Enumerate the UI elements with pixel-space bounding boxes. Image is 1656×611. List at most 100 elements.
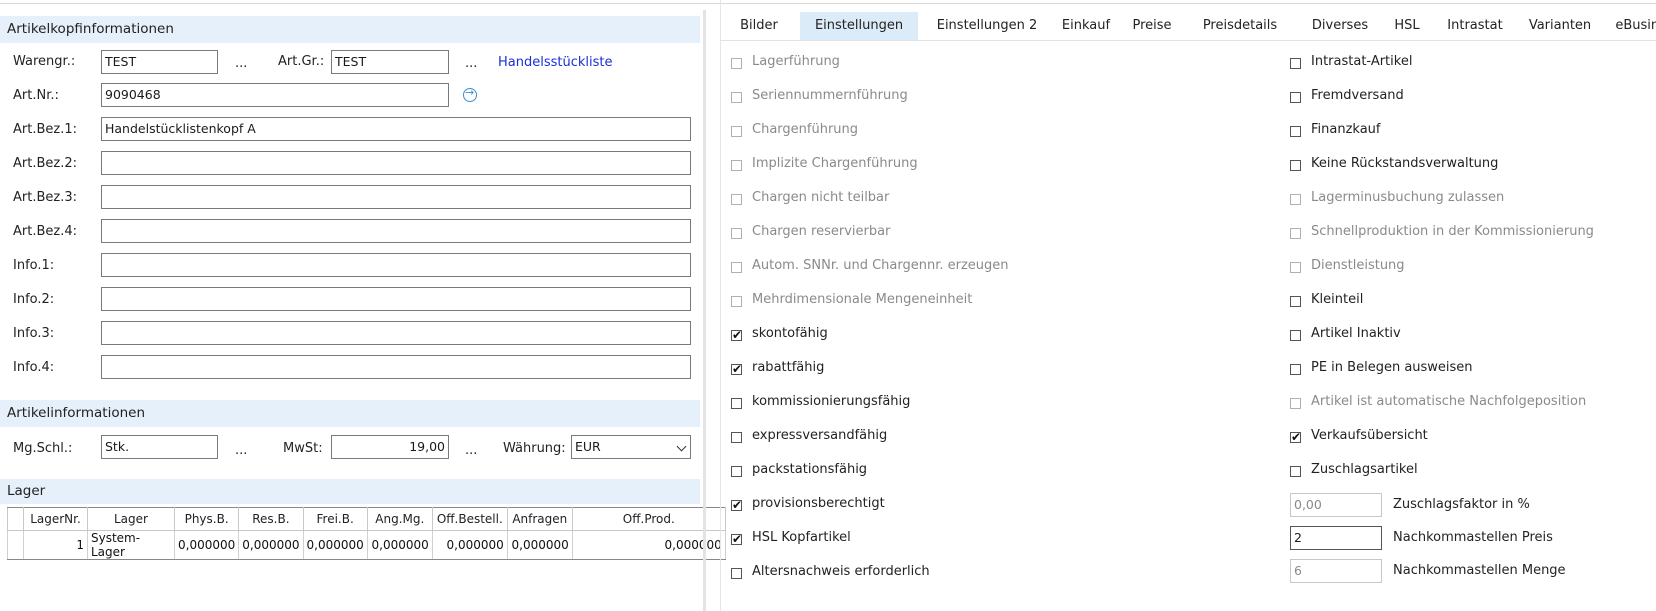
navigate-arrow-icon[interactable] bbox=[463, 86, 477, 102]
artbez3-input[interactable] bbox=[101, 185, 691, 209]
checkbox-expressversandfahig[interactable] bbox=[731, 432, 742, 443]
checkbox-zuschlagsartikel[interactable] bbox=[1290, 466, 1301, 477]
handelsstueckliste-link[interactable]: Handelsstückliste bbox=[498, 55, 613, 70]
warengr-lookup-button[interactable]: ... bbox=[235, 56, 247, 71]
checkbox-altersnachweis-erforderlich[interactable] bbox=[731, 568, 742, 579]
nachkommastellen-menge-input: 6 bbox=[1290, 559, 1382, 583]
artbez2-input[interactable] bbox=[101, 151, 691, 175]
checkbox-label-rabattfahig[interactable]: rabattfähig bbox=[752, 360, 824, 375]
checkbox-label-artikel-ist-automatische-nachfolgeposition: Artikel ist automatische Nachfolgepositi… bbox=[1311, 394, 1587, 409]
info4-input[interactable] bbox=[101, 355, 691, 379]
column-header[interactable]: Ang.Mg. bbox=[366, 507, 433, 531]
checkbox-label-keine-ruckstandsverwaltung[interactable]: Keine Rückstandsverwaltung bbox=[1311, 156, 1498, 171]
checkbox-packstationsfahig[interactable] bbox=[731, 466, 742, 477]
table-cell: 0,000000 bbox=[302, 530, 368, 560]
checkbox-label-kommissionierungsfahig[interactable]: kommissionierungsfähig bbox=[752, 394, 910, 409]
mgschl-lookup-button[interactable]: ... bbox=[235, 443, 247, 458]
checkbox-autom-snnr-und-chargennr-erzeugen bbox=[731, 262, 742, 273]
section-artikelkopf: Artikelkopfinformationen bbox=[0, 16, 700, 43]
checkbox-label-chargen-reservierbar: Chargen reservierbar bbox=[752, 224, 891, 239]
mwst-lookup-button[interactable]: ... bbox=[465, 443, 477, 458]
waehrung-value: EUR bbox=[575, 439, 601, 454]
tab-einkauf[interactable]: Einkauf bbox=[1055, 12, 1117, 40]
table-cell: 0,000000 bbox=[506, 530, 573, 560]
info1-label: Info.1: bbox=[13, 258, 55, 273]
checkbox-label-intrastat-artikel[interactable]: Intrastat-Artikel bbox=[1311, 54, 1412, 69]
nachkommastellen-preis-input[interactable]: 2 bbox=[1290, 526, 1382, 550]
tab-varianten[interactable]: Varianten bbox=[1520, 12, 1600, 40]
tab-ebusiness[interactable]: eBusiness bbox=[1606, 12, 1656, 40]
waehrung-select[interactable]: EUR bbox=[571, 435, 691, 459]
tab-hsl[interactable]: HSL bbox=[1383, 12, 1431, 40]
info1-input[interactable] bbox=[101, 253, 691, 277]
checkbox-skontofahig[interactable]: ✔ bbox=[731, 328, 743, 342]
checkbox-label-verkaufsubersicht[interactable]: Verkaufsübersicht bbox=[1311, 428, 1428, 443]
checkbox-label-zuschlagsartikel[interactable]: Zuschlagsartikel bbox=[1311, 462, 1418, 477]
checkbox-verkaufsubersicht[interactable]: ✔ bbox=[1290, 430, 1301, 444]
tab-preise[interactable]: Preise bbox=[1125, 12, 1179, 40]
column-header[interactable]: Lager bbox=[87, 507, 175, 531]
checkbox-intrastat-artikel[interactable] bbox=[1290, 58, 1301, 69]
checkbox-finanzkauf[interactable] bbox=[1290, 126, 1301, 137]
checkbox-label-skontofahig[interactable]: skontofähig bbox=[752, 326, 828, 341]
checkbox-hsl-kopfartikel[interactable]: ✔ bbox=[731, 532, 742, 546]
checkbox-label-packstationsfahig[interactable]: packstationsfähig bbox=[752, 462, 867, 477]
checkbox-label-lagerfuhrung: Lagerführung bbox=[752, 54, 840, 69]
checkbox-label-altersnachweis-erforderlich[interactable]: Altersnachweis erforderlich bbox=[752, 564, 930, 579]
column-header[interactable]: Frei.B. bbox=[302, 507, 368, 531]
artgr-label: Art.Gr.: bbox=[278, 54, 325, 69]
table-cell: 0,000000 bbox=[238, 530, 304, 560]
artbez4-input[interactable] bbox=[101, 219, 691, 243]
checkbox-label-kleinteil[interactable]: Kleinteil bbox=[1311, 292, 1363, 307]
mgschl-label: Mg.Schl.: bbox=[13, 441, 73, 456]
lager-table: LagerNr. Lager Phys.B. Res.B. Frei.B. An… bbox=[7, 507, 726, 560]
info2-input[interactable] bbox=[101, 287, 691, 311]
checkbox-kleinteil[interactable] bbox=[1290, 296, 1301, 307]
checkbox-label-chargenfuhrung: Chargenführung bbox=[752, 122, 859, 137]
mwst-input[interactable]: 19,00 bbox=[331, 435, 449, 459]
column-header[interactable]: Anfragen bbox=[506, 507, 573, 531]
checkbox-label-expressversandfahig[interactable]: expressversandfähig bbox=[752, 428, 887, 443]
table-cell: 0,000000 bbox=[173, 530, 240, 560]
checkbox-kommissionierungsfahig[interactable] bbox=[731, 398, 742, 409]
tab-einstellungen[interactable]: Einstellungen bbox=[800, 12, 918, 40]
warengr-input[interactable]: TEST bbox=[101, 50, 218, 74]
info3-input[interactable] bbox=[101, 321, 691, 345]
checkbox-provisionsberechtigt[interactable]: ✔ bbox=[731, 498, 743, 512]
checkbox-label-provisionsberechtigt[interactable]: provisionsberechtigt bbox=[752, 496, 885, 511]
checkbox-label-finanzkauf[interactable]: Finanzkauf bbox=[1311, 122, 1381, 137]
checkbox-label-artikel-inaktiv[interactable]: Artikel Inaktiv bbox=[1311, 326, 1401, 341]
tab-einstellungen-2[interactable]: Einstellungen 2 bbox=[925, 12, 1049, 40]
checkbox-schnellproduktion-in-der-kommissionierung bbox=[1290, 228, 1301, 239]
checkbox-label-hsl-kopfartikel[interactable]: HSL Kopfartikel bbox=[752, 530, 851, 545]
checkbox-artikel-ist-automatische-nachfolgeposition bbox=[1290, 398, 1301, 409]
artnr-input[interactable]: 9090468 bbox=[101, 83, 449, 107]
checkbox-fremdversand[interactable] bbox=[1290, 92, 1301, 103]
checkbox-label-pe-in-belegen-ausweisen[interactable]: PE in Belegen ausweisen bbox=[1311, 360, 1473, 375]
checkbox-label-fremdversand[interactable]: Fremdversand bbox=[1311, 88, 1404, 103]
column-header[interactable]: LagerNr. bbox=[23, 507, 88, 531]
column-header[interactable]: Res.B. bbox=[238, 507, 304, 531]
table-cell: 0,000000 bbox=[431, 530, 508, 560]
tab-preisdetails[interactable]: Preisdetails bbox=[1185, 12, 1295, 40]
checkbox-rabattfahig[interactable]: ✔ bbox=[731, 362, 742, 376]
artbez1-input[interactable]: Handelstücklistenkopf A bbox=[101, 117, 691, 141]
table-row[interactable]: 1 System-Lager 0,000000 0,000000 0,00000… bbox=[7, 530, 726, 560]
pane-splitter[interactable] bbox=[703, 10, 706, 611]
column-header[interactable]: Off.Bestell. bbox=[431, 507, 508, 531]
artgr-lookup-button[interactable]: ... bbox=[465, 56, 477, 71]
tab-bilder[interactable]: Bilder bbox=[734, 12, 784, 40]
row-selector[interactable] bbox=[7, 530, 24, 560]
artgr-input[interactable]: TEST bbox=[331, 50, 449, 74]
checkbox-artikel-inaktiv[interactable] bbox=[1290, 330, 1301, 341]
checkmark-icon: ✔ bbox=[732, 498, 743, 512]
checkbox-pe-in-belegen-ausweisen[interactable] bbox=[1290, 364, 1301, 375]
column-header[interactable]: Phys.B. bbox=[173, 507, 240, 531]
checkbox-chargen-reservierbar bbox=[731, 228, 742, 239]
tab-diverses[interactable]: Diverses bbox=[1303, 12, 1377, 40]
checkbox-keine-ruckstandsverwaltung[interactable] bbox=[1290, 160, 1301, 171]
tab-intrastat[interactable]: Intrastat bbox=[1437, 12, 1513, 40]
checkmark-icon: ✔ bbox=[732, 328, 743, 342]
row-selector-header bbox=[7, 507, 24, 531]
mgschl-input[interactable]: Stk. bbox=[101, 435, 218, 459]
